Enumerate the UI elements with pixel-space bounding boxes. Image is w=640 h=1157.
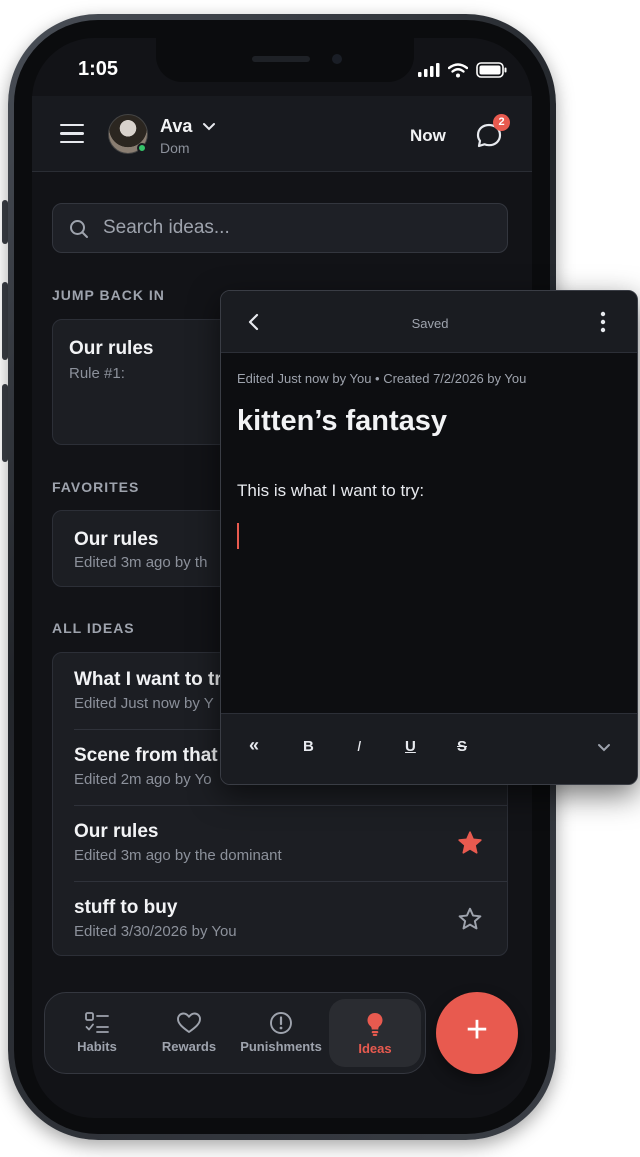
idea-title: What I want to tr [74,669,222,690]
hamburger-menu-icon[interactable] [60,124,84,144]
status-time: 1:05 [78,58,119,80]
section-label-all-ideas: ALL IDEAS [52,620,135,636]
tab-ideas[interactable]: Ideas [329,999,421,1067]
idea-title: Scene from that [74,745,218,766]
search-input[interactable] [103,212,483,244]
note-title[interactable]: kitten’s fantasy [237,405,447,438]
add-idea-button[interactable]: + [436,992,518,1074]
chevron-down-icon[interactable] [202,122,216,132]
section-label-favorites: FAVORITES [52,479,140,495]
card-title: Our rules [69,338,154,359]
underline-button[interactable]: U [405,738,416,755]
list-item[interactable]: stuff to buy Edited 3/30/2026 by You [53,881,507,957]
user-name[interactable]: Ava [160,116,192,137]
online-status-dot [137,143,147,153]
now-button[interactable]: Now [410,126,446,146]
notch [156,38,414,82]
outdent-button[interactable]: « [249,735,259,756]
idea-subtitle: Edited 3/30/2026 by You [74,923,237,940]
tab-rewards[interactable]: Rewards [143,999,235,1067]
signal-icon [418,63,440,77]
tab-label: Rewards [161,1039,217,1054]
app-header: Ava Dom Now 2 [32,96,532,172]
section-label-jump-back-in: JUMP BACK IN [52,287,165,303]
italic-button[interactable]: I [357,738,361,755]
wifi-icon [448,62,468,77]
tab-label: Punishments [240,1039,322,1054]
star-filled-icon[interactable] [457,830,483,856]
search-icon [70,220,88,238]
editor-header: Saved [221,291,637,353]
card-subtitle: Rule #1: [69,365,125,382]
list-item[interactable]: Our rules Edited 3m ago by the dominant [53,805,507,881]
format-toolbar: « B I U S [221,713,637,784]
tab-punishments[interactable]: Punishments [235,999,327,1067]
battery-icon [476,62,507,78]
checklist-icon [85,1012,109,1033]
text-caret [237,523,239,549]
star-outline-icon[interactable] [457,906,483,932]
tab-habits[interactable]: Habits [51,999,143,1067]
idea-subtitle: Edited 3m ago by the dominant [74,847,282,864]
card-subtitle: Edited 3m ago by th [74,554,208,571]
bold-button[interactable]: B [303,738,314,755]
lightbulb-icon [367,1013,383,1036]
save-status: Saved [411,316,449,331]
note-body[interactable]: This is what I want to try: [237,481,424,501]
chevron-down-icon[interactable] [597,743,611,753]
user-role: Dom [160,140,190,156]
bottom-tab-bar: Habits Rewards Punishments Ideas [44,992,426,1074]
card-title: Our rules [74,529,159,550]
search-bar [52,203,508,253]
heart-icon [177,1012,201,1033]
strikethrough-button[interactable]: S [457,738,467,755]
idea-subtitle: Edited Just now by Y [74,695,214,712]
status-icons [418,62,508,78]
plus-icon: + [465,1009,489,1051]
tab-label: Habits [77,1039,117,1054]
more-vertical-icon[interactable] [599,311,607,333]
idea-title: stuff to buy [74,897,178,918]
tab-label: Ideas [358,1041,392,1056]
notification-badge: 2 [493,114,510,131]
idea-title: Our rules [74,821,159,842]
idea-subtitle: Edited 2m ago by Yo [74,771,212,788]
note-editor-panel: Saved Edited Just now by You • Created 7… [220,290,638,785]
alert-circle-icon [270,1012,292,1034]
note-meta: Edited Just now by You • Created 7/2/202… [237,371,527,386]
